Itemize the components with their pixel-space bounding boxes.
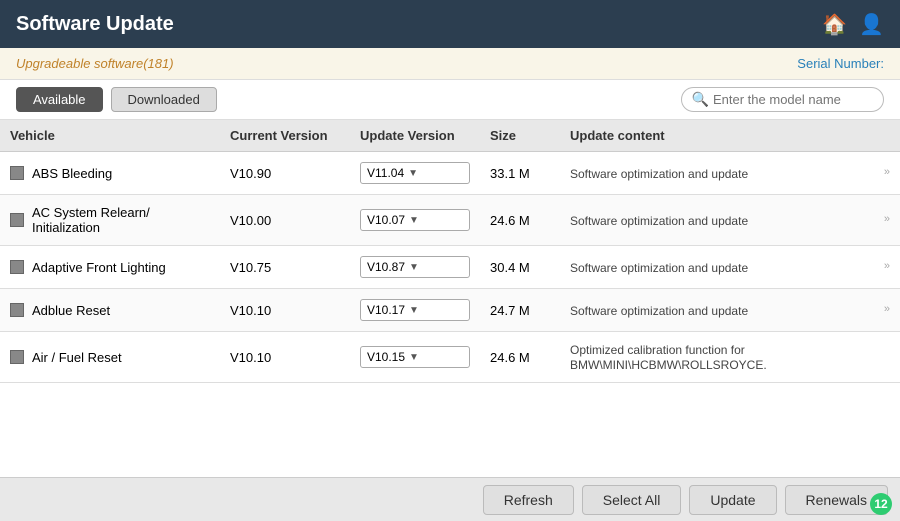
vehicle-cell-1: AC System Relearn/ Initialization (0, 195, 220, 246)
header-icons: 🏠 👤 (822, 12, 884, 37)
size-cell-2: 30.4 M (480, 246, 560, 289)
footer: Refresh Select All Update Renewals 12 (0, 477, 900, 521)
version-value-4: V10.15 (367, 350, 405, 364)
vehicle-name-0: ABS Bleeding (32, 166, 112, 181)
col-current: Current Version (220, 120, 350, 152)
refresh-button[interactable]: Refresh (483, 485, 574, 515)
badge-count: 12 (870, 493, 892, 515)
content-cell-0: Software optimization and update » (560, 152, 900, 195)
version-value-2: V10.87 (367, 260, 405, 274)
table-wrapper: Vehicle Current Version Update Version S… (0, 120, 900, 477)
row-checkbox-0[interactable] (10, 166, 24, 180)
table-row: Air / Fuel Reset V10.10 V10.15 ▼ 24.6 M … (0, 332, 900, 383)
version-dropdown-3[interactable]: V10.17 ▼ (360, 299, 470, 321)
version-dropdown-0[interactable]: V11.04 ▼ (360, 162, 470, 184)
update-version-cell-2: V10.87 ▼ (350, 246, 480, 289)
home-icon[interactable]: 🏠 (822, 12, 847, 37)
col-content: Update content (560, 120, 900, 152)
update-version-cell-1: V10.07 ▼ (350, 195, 480, 246)
search-input[interactable] (713, 92, 873, 107)
row-checkbox-1[interactable] (10, 213, 24, 227)
more-button-3[interactable]: » (884, 303, 890, 315)
more-button-0[interactable]: » (884, 166, 890, 178)
col-size: Size (480, 120, 560, 152)
current-version-4: V10.10 (220, 332, 350, 383)
current-version-3: V10.10 (220, 289, 350, 332)
page-title: Software Update (16, 13, 174, 36)
table-body: ABS Bleeding V10.90 V11.04 ▼ 33.1 M Soft… (0, 152, 900, 383)
size-cell-3: 24.7 M (480, 289, 560, 332)
more-button-1[interactable]: » (884, 213, 890, 225)
software-table: Vehicle Current Version Update Version S… (0, 120, 900, 383)
search-box[interactable]: 🔍 (681, 87, 884, 112)
version-dropdown-1[interactable]: V10.07 ▼ (360, 209, 470, 231)
table-row: Adblue Reset V10.10 V10.17 ▼ 24.7 M Soft… (0, 289, 900, 332)
version-value-0: V11.04 (367, 166, 404, 180)
current-version-1: V10.00 (220, 195, 350, 246)
toolbar: Available Downloaded 🔍 (0, 80, 900, 120)
row-checkbox-2[interactable] (10, 260, 24, 274)
dropdown-arrow-icon-3: ▼ (409, 305, 419, 316)
table-row: Adaptive Front Lighting V10.75 V10.87 ▼ … (0, 246, 900, 289)
update-version-cell-0: V11.04 ▼ (350, 152, 480, 195)
vehicle-cell-4: Air / Fuel Reset (0, 332, 220, 383)
downloaded-tab[interactable]: Downloaded (111, 87, 217, 112)
version-value-1: V10.07 (367, 213, 405, 227)
vehicle-name-4: Air / Fuel Reset (32, 350, 122, 365)
update-content-text-3: Software optimization and update (570, 304, 748, 318)
col-update: Update Version (350, 120, 480, 152)
update-content-text-1: Software optimization and update (570, 214, 748, 228)
toolbar-tabs: Available Downloaded (16, 87, 217, 112)
vehicle-cell-3: Adblue Reset (0, 289, 220, 332)
update-content-text-2: Software optimization and update (570, 261, 748, 275)
dropdown-arrow-icon-0: ▼ (408, 168, 418, 179)
current-version-2: V10.75 (220, 246, 350, 289)
sub-header: Upgradeable software(181) Serial Number: (0, 48, 900, 80)
vehicle-cell-0: ABS Bleeding (0, 152, 220, 195)
vehicle-name-3: Adblue Reset (32, 303, 110, 318)
update-content-text-0: Software optimization and update (570, 167, 748, 181)
content-cell-3: Software optimization and update » (560, 289, 900, 332)
table-row: AC System Relearn/ Initialization V10.00… (0, 195, 900, 246)
content-cell-4: Optimized calibration function for BMW\M… (560, 332, 900, 383)
size-cell-1: 24.6 M (480, 195, 560, 246)
user-icon[interactable]: 👤 (859, 12, 884, 37)
content-cell-2: Software optimization and update » (560, 246, 900, 289)
select-all-button[interactable]: Select All (582, 485, 682, 515)
table-header-row: Vehicle Current Version Update Version S… (0, 120, 900, 152)
col-vehicle: Vehicle (0, 120, 220, 152)
table-row: ABS Bleeding V10.90 V11.04 ▼ 33.1 M Soft… (0, 152, 900, 195)
vehicle-cell-2: Adaptive Front Lighting (0, 246, 220, 289)
vehicle-name-2: Adaptive Front Lighting (32, 260, 166, 275)
update-button[interactable]: Update (689, 485, 776, 515)
app-container: Software Update 🏠 👤 Upgradeable software… (0, 0, 900, 521)
dropdown-arrow-icon-1: ▼ (409, 215, 419, 226)
vehicle-name-1: AC System Relearn/ Initialization (32, 205, 210, 235)
version-value-3: V10.17 (367, 303, 405, 317)
update-version-cell-4: V10.15 ▼ (350, 332, 480, 383)
current-version-0: V10.90 (220, 152, 350, 195)
more-button-2[interactable]: » (884, 260, 890, 272)
search-icon: 🔍 (692, 91, 709, 108)
serial-number-label: Serial Number: (797, 56, 884, 71)
content-cell-1: Software optimization and update » (560, 195, 900, 246)
upgradeable-count: Upgradeable software(181) (16, 56, 174, 71)
version-dropdown-2[interactable]: V10.87 ▼ (360, 256, 470, 278)
row-checkbox-4[interactable] (10, 350, 24, 364)
dropdown-arrow-icon-2: ▼ (409, 262, 419, 273)
update-content-text-4: Optimized calibration function for BMW\M… (570, 343, 767, 372)
dropdown-arrow-icon-4: ▼ (409, 352, 419, 363)
available-tab[interactable]: Available (16, 87, 103, 112)
size-cell-0: 33.1 M (480, 152, 560, 195)
size-cell-4: 24.6 M (480, 332, 560, 383)
row-checkbox-3[interactable] (10, 303, 24, 317)
version-dropdown-4[interactable]: V10.15 ▼ (360, 346, 470, 368)
update-version-cell-3: V10.17 ▼ (350, 289, 480, 332)
header: Software Update 🏠 👤 (0, 0, 900, 48)
